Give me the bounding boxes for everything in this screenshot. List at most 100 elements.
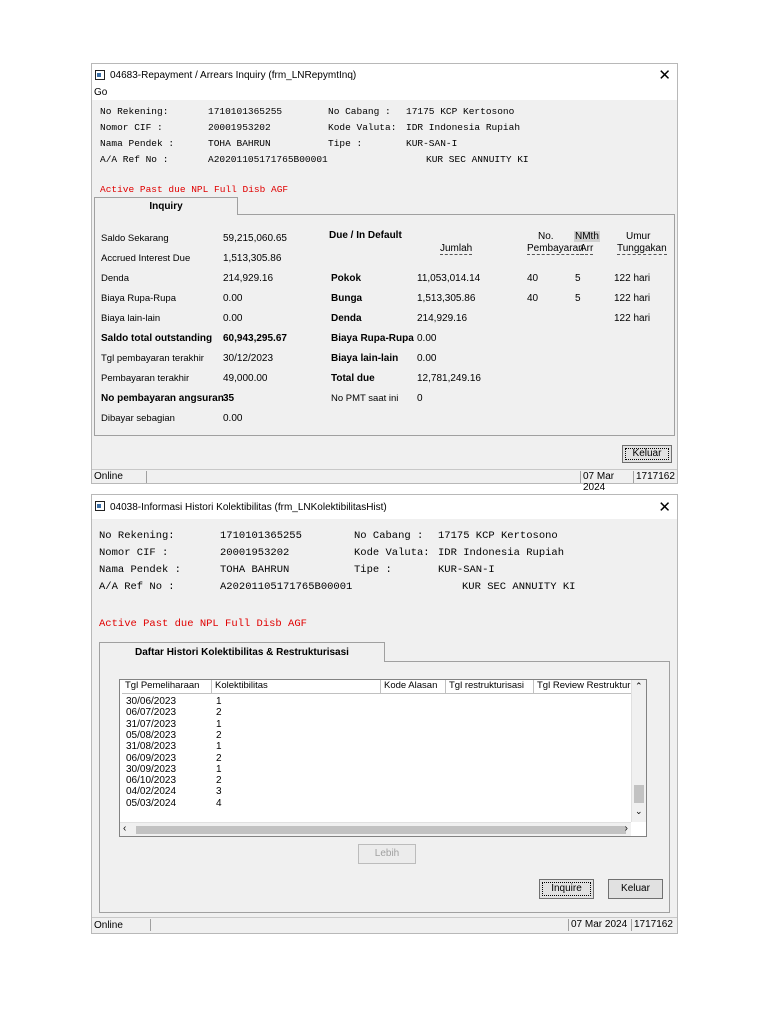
tab-daftar-histori-label: Daftar Histori Kolektibilitas & Restrukt… xyxy=(135,647,349,658)
app-icon xyxy=(95,501,105,511)
keluar-button[interactable]: Keluar xyxy=(622,445,672,463)
row-kolektibilitas: 3 xyxy=(216,786,222,798)
no-cabang-label: No Cabang : xyxy=(328,106,391,117)
history-panel: Tgl Pemeliharaan Kolektibilitas Kode Alasa… xyxy=(99,661,670,913)
inquiry-label: No pembayaran angsuran xyxy=(101,393,224,404)
column-header[interactable]: Kolektibilitas xyxy=(212,680,381,694)
inquiry-label: Pembayaran terakhir xyxy=(101,373,190,384)
scroll-up-icon[interactable]: ⌃ xyxy=(635,681,643,692)
menu-go[interactable]: Go xyxy=(94,87,107,98)
inquiry-label: Dibayar sebagian xyxy=(101,413,175,424)
table-row[interactable]: 06/07/2023 2 xyxy=(122,707,627,718)
table-row[interactable]: 06/09/2023 2 xyxy=(122,753,627,764)
no-rekening-value: 1710101365255 xyxy=(208,106,283,117)
window-title: 04683-Repayment / Arrears Inquiry (frm_L… xyxy=(110,70,357,81)
due-jumlah: 0 xyxy=(417,393,423,404)
status-cell-empty xyxy=(146,471,576,483)
inquire-button[interactable]: Inquire xyxy=(539,879,594,899)
col-umur-header-2: Tunggakan xyxy=(617,243,667,255)
row-kolektibilitas: 1 xyxy=(216,696,222,707)
scroll-left-icon[interactable]: ‹ xyxy=(123,823,126,834)
scroll-down-icon[interactable]: ⌄ xyxy=(635,806,643,817)
due-nmth-arr: 5 xyxy=(575,273,581,284)
inquiry-panel: Saldo Sekarang 59,215,060.65 Accrued Inter… xyxy=(94,214,675,436)
table-row[interactable]: 05/03/2024 4 xyxy=(122,798,627,809)
aa-ref-label: A/A Ref No : xyxy=(99,581,175,593)
due-umur-tunggakan: 122 hari xyxy=(614,313,651,324)
history-list[interactable]: Tgl Pemeliharaan Kolektibilitas Kode Alasa… xyxy=(119,679,647,837)
aa-ref-value: A20201105171765B00001 xyxy=(220,581,353,593)
row-date: 31/07/2023 xyxy=(126,718,177,730)
due-no-pembayaran: 40 xyxy=(527,273,539,284)
table-row[interactable]: 30/06/2023 1 xyxy=(122,696,627,707)
vertical-scrollbar[interactable]: ⌃ ⌄ xyxy=(631,680,646,822)
status-date: 07 Mar 2024 xyxy=(568,919,628,931)
table-row[interactable]: 31/08/2023 1 xyxy=(122,741,627,752)
due-nmth-arr: 5 xyxy=(575,293,581,304)
inquiry-label: Saldo total outstanding xyxy=(101,333,213,344)
tab-inquiry-label: Inquiry xyxy=(149,201,183,212)
kolektibilitas-history-window: 04038-Informasi Histori Kolektibilitas (… xyxy=(91,494,678,934)
column-header[interactable]: Tgl Pemeliharaan xyxy=(122,680,212,694)
keluar-button[interactable]: Keluar xyxy=(608,879,663,899)
hscroll-thumb[interactable] xyxy=(136,826,626,834)
title-bar: 04683-Repayment / Arrears Inquiry (frm_L… xyxy=(92,64,677,86)
inquiry-label: Tgl pembayaran terakhir xyxy=(101,353,204,364)
due-label: Total due xyxy=(331,373,375,384)
table-row[interactable]: 06/10/2023 2 xyxy=(122,775,627,786)
due-no-pembayaran: 40 xyxy=(527,293,539,304)
table-row[interactable]: 30/09/2023 1 xyxy=(122,764,627,775)
scroll-right-icon[interactable]: › xyxy=(625,823,628,834)
table-row[interactable]: 05/08/2023 2 xyxy=(122,730,627,741)
close-icon[interactable]: ✕ xyxy=(658,66,671,84)
due-jumlah: 11,053,014.14 xyxy=(417,273,481,284)
inquiry-value: 59,215,060.65 xyxy=(223,233,287,244)
row-date: 04/02/2024 xyxy=(126,786,177,798)
row-date: 06/10/2023 xyxy=(126,775,177,787)
no-rekening-label: No Rekening: xyxy=(99,530,175,542)
status-online: Online xyxy=(94,471,123,482)
row-date: 30/06/2023 xyxy=(126,696,177,707)
due-jumlah: 0.00 xyxy=(417,333,437,344)
lebih-button[interactable]: Lebih xyxy=(358,844,416,864)
due-label: Biaya lain-lain xyxy=(331,353,399,364)
due-jumlah: 214,929.16 xyxy=(417,313,468,324)
nomor-cif-label: Nomor CIF : xyxy=(100,122,163,133)
horizontal-scrollbar[interactable]: ‹ › xyxy=(120,822,631,836)
inquiry-label: Saldo Sekarang xyxy=(101,233,169,244)
due-label: Biaya Rupa-Rupa xyxy=(331,333,414,344)
row-kolektibilitas: 2 xyxy=(216,729,222,741)
column-header[interactable]: Tgl Review Restrukturisa xyxy=(534,680,633,694)
nama-pendek-label: Nama Pendek : xyxy=(100,138,175,149)
product-name: KUR SEC ANNUITY KI xyxy=(462,581,576,593)
tipe-value: KUR-SAN-I xyxy=(438,564,495,576)
tab-inquiry[interactable]: Inquiry xyxy=(94,197,238,215)
nama-pendek-value: TOHA BAHRUN xyxy=(208,138,271,149)
due-umur-tunggakan: 122 hari xyxy=(614,293,651,304)
aa-ref-value: A20201105171765B00001 xyxy=(208,154,328,165)
no-cabang-value: 17175 KCP Kertosono xyxy=(438,530,558,542)
due-label: Bunga xyxy=(331,293,363,304)
row-kolektibilitas: 1 xyxy=(216,763,222,775)
row-date: 30/09/2023 xyxy=(126,763,177,775)
repayment-inquiry-window: 04683-Repayment / Arrears Inquiry (frm_L… xyxy=(91,63,678,493)
inquiry-value: 49,000.00 xyxy=(223,373,268,384)
close-icon[interactable]: ✕ xyxy=(658,498,671,516)
row-kolektibilitas: 2 xyxy=(216,707,222,719)
nomor-cif-label: Nomor CIF : xyxy=(99,547,169,559)
tipe-label: Tipe : xyxy=(354,564,392,576)
table-row[interactable]: 04/02/2024 3 xyxy=(122,786,627,797)
col-nmth-header-1: NMth xyxy=(574,231,600,242)
status-bar: Online 07 Mar 2024 1717162 xyxy=(92,917,677,933)
inquiry-value: 0.00 xyxy=(223,293,243,304)
inquiry-value: 30/12/2023 xyxy=(223,353,274,364)
tab-daftar-histori[interactable]: Daftar Histori Kolektibilitas & Restrukt… xyxy=(99,642,385,662)
table-row[interactable]: 31/07/2023 1 xyxy=(122,719,627,730)
column-header[interactable]: Kode Alasan xyxy=(381,680,446,694)
column-header[interactable]: Tgl restrukturisasi xyxy=(446,680,534,694)
due-default-title: Due / In Default xyxy=(329,230,402,241)
scroll-thumb[interactable] xyxy=(634,785,644,803)
row-kolektibilitas: 4 xyxy=(216,797,222,809)
row-kolektibilitas: 1 xyxy=(216,718,222,730)
title-bar: 04038-Informasi Histori Kolektibilitas (… xyxy=(92,495,677,519)
